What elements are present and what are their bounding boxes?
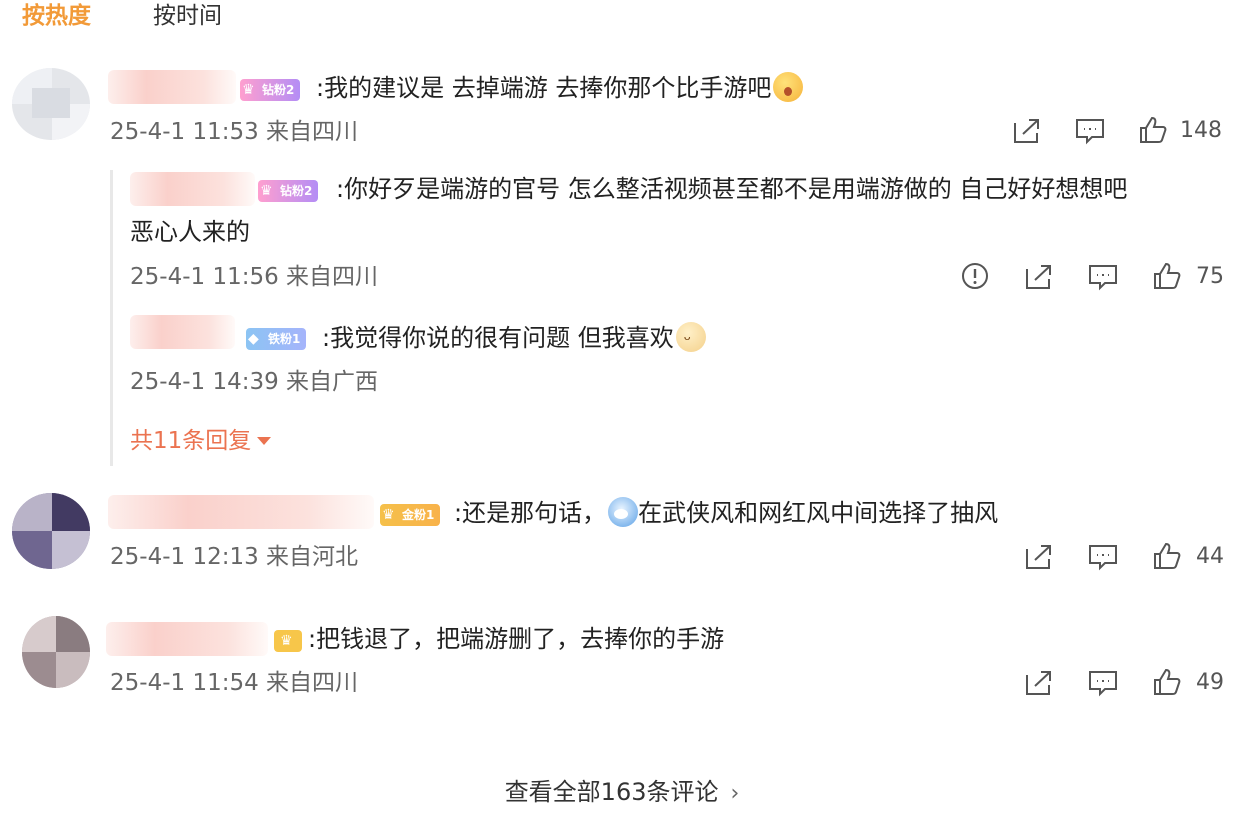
crown-icon: ♛: [260, 183, 273, 199]
like-icon[interactable]: [1152, 541, 1182, 571]
share-icon[interactable]: [1024, 543, 1054, 571]
avatar[interactable]: [22, 616, 90, 688]
comment-meta: 25-4-1 11:54 来自四川: [110, 670, 359, 696]
reply-text: :你好歹是端游的官号 怎么整活视频甚至都不是用端游做的 自己好好想想吧: [336, 175, 1128, 203]
like-count: 75: [1196, 264, 1224, 289]
share-icon[interactable]: [1012, 117, 1042, 145]
report-icon[interactable]: [961, 262, 989, 290]
diamond-icon: ◆: [248, 331, 259, 347]
comment-icon[interactable]: [1088, 263, 1118, 291]
like-icon[interactable]: [1152, 261, 1182, 291]
tab-sort-by-hot[interactable]: 按热度: [22, 0, 91, 34]
expand-replies-link[interactable]: 共11条回复: [130, 425, 272, 457]
avatar[interactable]: [12, 493, 90, 569]
fan-badge: ◆ 铁粉1: [246, 328, 307, 350]
shocked-emoji-icon: [773, 72, 804, 102]
username-blurred[interactable]: [108, 495, 374, 529]
reply-text-continued: 恶心人来的: [130, 218, 250, 246]
comment-icon[interactable]: [1088, 669, 1118, 697]
like-count: 49: [1196, 670, 1224, 695]
cat-emoji-icon: [675, 322, 706, 358]
fan-badge: ♛ 钻粉2: [240, 79, 301, 101]
comment-text: :把钱退了，把端游删了，去捧你的手游: [308, 625, 725, 653]
crown-icon: ♛: [280, 633, 293, 649]
comment-text: :我的建议是 去掉端游 去捧你那个比手游吧: [316, 71, 804, 105]
crown-icon: ♛: [382, 507, 395, 523]
like-icon[interactable]: [1152, 667, 1182, 697]
reply-meta: 25-4-1 14:39 来自广西: [130, 369, 379, 395]
fan-badge: ♛ 钻粉2: [258, 180, 319, 202]
chevron-right-icon: ›: [730, 781, 740, 806]
username-blurred[interactable]: [106, 622, 268, 656]
username-blurred[interactable]: [130, 172, 255, 206]
username-blurred[interactable]: [130, 315, 235, 349]
avatar[interactable]: [12, 68, 90, 140]
caret-down-icon: [257, 437, 272, 445]
tab-sort-by-time[interactable]: 按时间: [153, 0, 222, 34]
comment-icon[interactable]: [1088, 543, 1118, 571]
crown-badge: ♛: [274, 630, 302, 652]
reply-text: :我觉得你说的很有问题 但我喜欢: [322, 321, 706, 358]
comment-text: :还是那句话， 在武侠风和网红风中间选择了抽风: [454, 497, 999, 527]
like-icon[interactable]: [1138, 115, 1168, 145]
like-count: 148: [1180, 118, 1222, 143]
comment-meta: 25-4-1 11:53 来自四川: [110, 119, 359, 145]
replies-block: [110, 170, 1230, 466]
reply-meta: 25-4-1 11:56 来自四川: [130, 264, 379, 290]
like-count: 44: [1196, 544, 1224, 569]
sort-tabs: 按热度 按时间: [22, 0, 222, 34]
share-icon[interactable]: [1024, 669, 1054, 697]
share-icon[interactable]: [1024, 263, 1054, 291]
username-blurred[interactable]: [108, 70, 236, 104]
view-all-comments-link[interactable]: 查看全部163条评论 ›: [0, 775, 1244, 811]
comment-meta: 25-4-1 12:13 来自河北: [110, 544, 359, 570]
comment-icon[interactable]: [1075, 117, 1105, 145]
doge-emoji-icon: [608, 497, 639, 527]
crown-icon: ♛: [242, 82, 255, 98]
fan-badge: ♛ 金粉1: [380, 504, 441, 526]
